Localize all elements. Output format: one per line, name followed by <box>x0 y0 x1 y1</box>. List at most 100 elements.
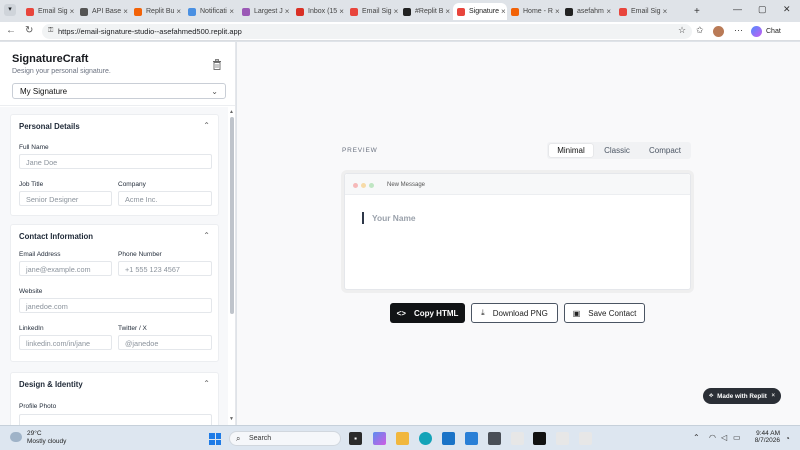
browser-tab[interactable]: Email Sig × <box>22 3 76 20</box>
obs-icon[interactable] <box>533 432 546 445</box>
snipping-tool-icon[interactable] <box>579 432 592 445</box>
close-tab-icon[interactable]: × <box>392 7 399 16</box>
wifi-icon[interactable]: ◠ <box>709 433 716 442</box>
close-tab-icon[interactable]: × <box>443 7 450 16</box>
weather-description[interactable]: Mostly cloudy <box>27 438 66 445</box>
tab-minimal[interactable]: Minimal <box>549 144 593 157</box>
favorites-icon[interactable]: ✩ <box>696 25 704 36</box>
browser-tab[interactable]: Email Sig × <box>615 3 669 20</box>
copilot-app-icon[interactable] <box>373 432 386 445</box>
new-tab-button[interactable]: + <box>690 3 704 20</box>
sidebar-scrollbar[interactable]: ▲ ▼ <box>229 109 234 425</box>
browser-tab[interactable]: Largest J × <box>238 3 292 20</box>
browser-tab[interactable]: Signature × <box>453 3 507 20</box>
company-input[interactable]: Acme Inc. <box>118 191 212 206</box>
minimize-button[interactable]: — <box>733 4 742 14</box>
download-png-button[interactable]: ⤓ Download PNG <box>471 303 558 323</box>
personal-details-heading[interactable]: Personal Details <box>19 122 80 131</box>
maximize-button[interactable]: ▢ <box>758 4 767 15</box>
close-tab-icon[interactable]: × <box>337 7 344 16</box>
taskbar-search[interactable]: ⌕ Search <box>229 431 341 446</box>
save-contact-label: Save Contact <box>588 308 637 318</box>
show-hidden-icons-icon[interactable]: ⌃ <box>693 433 700 442</box>
close-tab-icon[interactable]: × <box>283 7 290 16</box>
save-contact-button[interactable]: ▣ Save Contact <box>564 303 645 323</box>
browser-tab[interactable]: Home - R × <box>507 3 561 20</box>
browser-tab[interactable]: #Replit B × <box>399 3 453 20</box>
scroll-up-arrow-icon[interactable]: ▲ <box>229 109 234 115</box>
close-tab-icon[interactable]: × <box>553 7 560 16</box>
form-scroll-area[interactable]: Personal Details ⌃ Full Name Jane Doe Jo… <box>0 107 228 425</box>
file-explorer-icon[interactable] <box>396 432 409 445</box>
close-window-button[interactable]: ✕ <box>783 4 791 15</box>
copy-html-button[interactable]: <> Copy HTML <box>390 303 465 323</box>
browser-tab[interactable]: Notificati × <box>184 3 238 20</box>
site-info-icon[interactable]: ⚿ <box>48 27 56 36</box>
close-tab-icon[interactable]: × <box>174 7 181 16</box>
chevron-up-icon[interactable]: ⌃ <box>203 379 210 388</box>
twitter-input[interactable]: @janedoe <box>118 335 212 350</box>
chevron-up-icon[interactable]: ⌃ <box>203 231 210 240</box>
back-icon[interactable]: ← <box>6 25 16 37</box>
made-with-replit-badge[interactable]: ⟡ Made with Replit × <box>703 388 781 404</box>
editor-sidebar: SignatureCraft Design your personal sign… <box>0 42 236 425</box>
battery-icon[interactable]: ▭ <box>733 433 741 442</box>
close-tab-icon[interactable]: × <box>68 7 75 16</box>
browser-tab[interactable]: Replit Bu × <box>130 3 184 20</box>
browser-tab[interactable]: asefahm × <box>561 3 615 20</box>
close-badge-icon[interactable]: × <box>771 393 775 399</box>
task-view-icon[interactable]: ▪ <box>349 432 362 445</box>
weather-cloud-icon[interactable] <box>10 432 22 442</box>
taskbar-search-label: Search <box>249 435 272 442</box>
browser-tab[interactable]: Inbox (15 × <box>292 3 346 20</box>
personal-details-card: Personal Details ⌃ Full Name Jane Doe Jo… <box>10 114 219 216</box>
tab-search-icon[interactable]: ▾ <box>4 4 16 16</box>
vscode-icon[interactable] <box>465 432 478 445</box>
store-icon[interactable] <box>442 432 455 445</box>
profile-avatar[interactable] <box>713 26 724 37</box>
website-input[interactable]: janedoe.com <box>19 298 212 313</box>
notification-bell-icon[interactable]: ◔ <box>785 434 790 443</box>
chevron-up-icon[interactable]: ⌃ <box>203 121 210 130</box>
weather-temperature[interactable]: 29°C <box>27 430 42 437</box>
tab-favicon-icon <box>350 7 358 16</box>
contact-information-heading[interactable]: Contact Information <box>19 232 93 241</box>
close-tab-icon[interactable]: × <box>661 7 668 16</box>
style-tabs: Minimal Classic Compact <box>547 142 691 159</box>
close-tab-icon[interactable]: × <box>227 7 234 16</box>
windows-start-icon[interactable] <box>209 433 221 445</box>
browser-tab[interactable]: Email Sig × <box>346 3 400 20</box>
tab-label: Inbox (15 <box>308 8 338 15</box>
github-desktop-icon[interactable] <box>511 432 524 445</box>
trash-icon[interactable] <box>212 59 222 70</box>
browser-tab[interactable]: API Base × <box>76 3 130 20</box>
address-bar[interactable]: ⚿ https://email-signature-studio--asefah… <box>42 24 692 39</box>
tab-classic[interactable]: Classic <box>595 144 639 157</box>
edge-browser-icon[interactable] <box>419 432 432 445</box>
terminal-icon[interactable] <box>488 432 501 445</box>
close-tab-icon[interactable]: × <box>121 7 128 16</box>
phone-input[interactable]: +1 555 123 4567 <box>118 261 212 276</box>
reload-icon[interactable]: ↻ <box>25 25 33 37</box>
email-input[interactable]: jane@example.com <box>19 261 112 276</box>
close-tab-icon[interactable]: × <box>604 7 611 16</box>
taskbar-clock[interactable]: 9:44 AM 8/7/2026 <box>746 430 780 444</box>
signature-select[interactable]: My Signature ⌄ <box>12 83 226 99</box>
tab-favicon-icon <box>242 7 250 16</box>
copilot-chat-button[interactable]: Chat <box>751 25 781 38</box>
close-tab-icon[interactable]: × <box>499 7 506 16</box>
full-name-input[interactable]: Jane Doe <box>19 154 212 169</box>
job-title-input[interactable]: Senior Designer <box>19 191 112 206</box>
code-icon: <> <box>396 308 406 318</box>
linkedin-input[interactable]: linkedin.com/in/jane <box>19 335 112 350</box>
more-menu-icon[interactable]: ⋯ <box>734 25 743 36</box>
tab-compact[interactable]: Compact <box>641 144 689 157</box>
website-label: Website <box>19 288 43 295</box>
bookmark-star-icon[interactable]: ☆ <box>678 25 686 36</box>
pinned-app-icon[interactable] <box>556 432 569 445</box>
design-identity-heading[interactable]: Design & Identity <box>19 380 83 389</box>
profile-photo-upload[interactable] <box>19 414 212 425</box>
scrollbar-thumb[interactable] <box>230 117 234 314</box>
volume-icon[interactable]: ◁ <box>721 433 727 442</box>
scroll-down-arrow-icon[interactable]: ▼ <box>229 416 234 422</box>
